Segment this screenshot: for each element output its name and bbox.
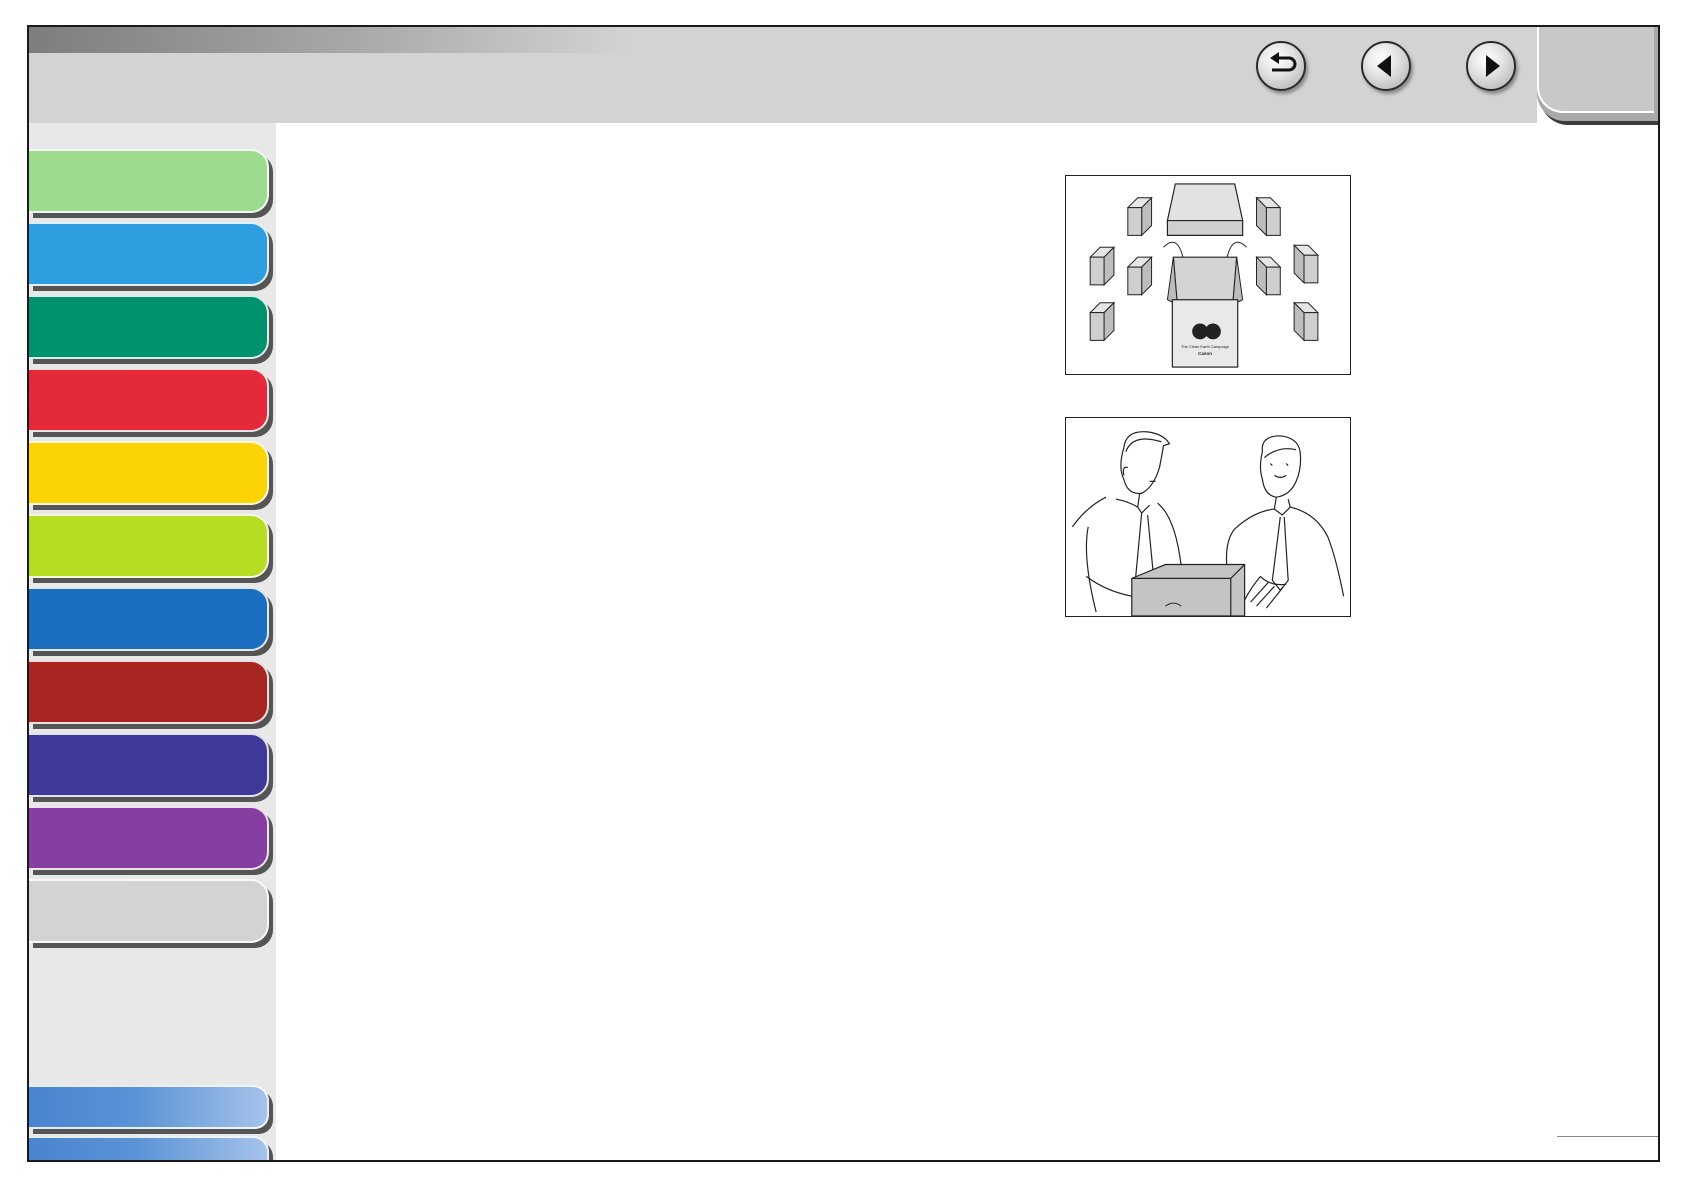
two-men-box-image xyxy=(1071,431,1345,616)
chapter-tab-2[interactable] xyxy=(29,222,269,286)
chapter-tab-9[interactable] xyxy=(29,733,269,797)
recycling-boxes-image: The Clean Earth Campaign Canon xyxy=(1089,183,1319,368)
chapter-tab-1[interactable] xyxy=(29,149,269,213)
chapter-tab-5[interactable] xyxy=(29,441,269,505)
corner-index-tab[interactable] xyxy=(1537,27,1658,121)
chapter-tab-8[interactable] xyxy=(29,660,269,724)
bottom-tab-2[interactable] xyxy=(29,1136,269,1160)
chapter-tab-4[interactable] xyxy=(29,368,269,432)
two-men-box-illustration xyxy=(1065,417,1351,617)
return-arrow-icon xyxy=(1270,52,1297,72)
triangle-left-icon xyxy=(1377,55,1391,77)
page-number-rule xyxy=(1557,1136,1658,1137)
logo-caption: The Clean Earth Campaign xyxy=(1181,344,1229,349)
chapter-tab-3[interactable] xyxy=(29,295,269,359)
back-button[interactable] xyxy=(1256,41,1306,91)
next-page-button[interactable] xyxy=(1466,41,1516,91)
bottom-tab-1[interactable] xyxy=(29,1085,269,1129)
top-bar xyxy=(29,27,1537,123)
sidebar xyxy=(29,123,276,1160)
logo-brand: Canon xyxy=(1198,351,1212,356)
top-bar-gradient xyxy=(29,27,629,53)
chapter-tab-7[interactable] xyxy=(29,587,269,651)
triangle-right-icon xyxy=(1486,55,1500,77)
previous-page-button[interactable] xyxy=(1361,41,1411,91)
recycling-illustration: The Clean Earth Campaign Canon xyxy=(1065,175,1351,375)
page-frame: The Clean Earth Campaign Canon xyxy=(27,25,1660,1162)
chapter-tab-11[interactable] xyxy=(29,879,269,943)
chapter-tab-6[interactable] xyxy=(29,514,269,578)
chapter-tab-10[interactable] xyxy=(29,806,269,870)
